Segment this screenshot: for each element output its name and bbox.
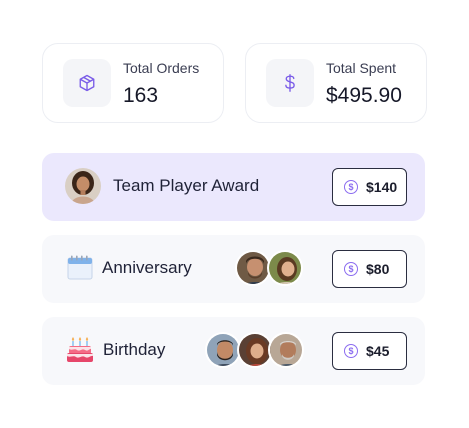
coin-icon: $ — [344, 344, 358, 358]
avatar — [65, 168, 101, 204]
total-orders-card: Total Orders 163 — [42, 43, 224, 123]
participant-avatar — [235, 250, 271, 286]
coin-icon: $ — [344, 180, 358, 194]
calendar-icon — [67, 255, 95, 283]
reward-amount-button[interactable]: $ $45 — [332, 332, 407, 370]
coin-icon: $ — [344, 262, 358, 276]
reward-amount-button[interactable]: $ $140 — [332, 168, 407, 206]
total-spent-label: Total Spent — [326, 60, 397, 76]
participant-avatar — [205, 332, 241, 368]
reward-amount: $80 — [366, 261, 390, 277]
participant-avatar — [268, 332, 304, 368]
box-icon — [63, 59, 111, 107]
reward-amount: $140 — [366, 179, 398, 195]
reward-amount-button[interactable]: $ $80 — [332, 250, 407, 288]
reward-title: Team Player Award — [113, 176, 260, 195]
reward-title: Birthday — [103, 340, 166, 359]
reward-row-anniversary[interactable]: Anniversary $ $80 — [42, 235, 425, 303]
reward-row-team-player[interactable]: Team Player Award $ $140 — [42, 153, 425, 221]
total-orders-label: Total Orders — [123, 60, 200, 76]
reward-row-birthday[interactable]: Birthday $ $45 — [42, 317, 425, 385]
reward-title: Anniversary — [102, 258, 192, 277]
total-spent-card: Total Spent $495.90 — [245, 43, 427, 123]
participant-avatar — [267, 250, 303, 286]
total-orders-value: 163 — [123, 84, 159, 107]
reward-amount: $45 — [366, 343, 390, 359]
cake-icon — [66, 336, 94, 364]
dollar-icon — [266, 59, 314, 107]
total-spent-value: $495.90 — [326, 84, 402, 107]
